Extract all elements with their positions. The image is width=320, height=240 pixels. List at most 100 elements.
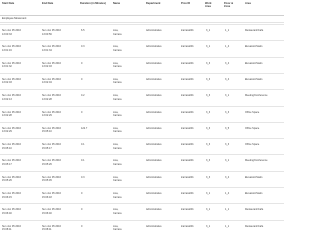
cell-name-line1: Lisa, <box>113 29 119 32</box>
cell-area: Office Space <box>245 126 260 130</box>
cell-end-date-line1: Sun Jun 05 2016 <box>42 94 61 98</box>
table-row[interactable]: Sun Jun 05 2016 15:06:15 Sun Jun 05 2016 15… <box>0 187 284 203</box>
table-row[interactable]: Sun Jun 05 2016 13:00:33 Sun Jun 05 2016 13… <box>0 24 284 40</box>
cell-floor-zone: 3_3 <box>225 143 230 147</box>
cell-duration: 0 <box>81 61 83 65</box>
table-row[interactable]: Sun Jun 05 2016 13:02:03 Sun Jun 05 2016 13… <box>0 72 284 89</box>
cell-prox-id: lcarrara001 <box>181 77 194 81</box>
cell-end-date-line1: Sun Jun 05 2016 <box>42 208 61 212</box>
cell-area: Elevators/Stairs <box>245 192 263 195</box>
cell-start-date-line2: 15:08:11 <box>2 228 12 232</box>
column-header-duration[interactable]: Duration (in Minutes) <box>80 2 108 5</box>
column-header-prox-id[interactable]: Prox ID <box>181 2 190 5</box>
cell-end-date-line1: Sun Jun 05 2016 <box>42 159 61 163</box>
cell-end-date-line1: Sun Jun 05 2016 <box>42 110 61 114</box>
cell-duration: 0.1 <box>81 143 85 147</box>
table-row[interactable]: Sun Jun 05 2016 15:08:11 Sun Jun 05 2016 15… <box>0 219 284 236</box>
cell-end-date-line2: 13:01:34 <box>42 48 52 52</box>
table-row[interactable]: Sun Jun 05 2016 15:05:17 Sun Jun 05 2016 15… <box>0 154 284 170</box>
cell-end-date-line2: 15:06:40 <box>42 211 52 215</box>
cell-floor-zone: 1_1 <box>225 208 230 212</box>
cell-start-date-line1: Sun Jun 05 2016 <box>2 110 21 114</box>
cell-floor-zone: 1_4 <box>225 45 230 49</box>
column-header-end-date[interactable]: End Date <box>42 2 53 5</box>
column-header-name[interactable]: Name <box>113 2 120 5</box>
cell-area: Meeting/Conference <box>245 94 268 98</box>
cell-end-date-line2: 13:02:03 <box>42 65 52 69</box>
table-row[interactable]: Sun Jun 05 2016 15:06:40 Sun Jun 05 2016 15… <box>0 203 284 219</box>
column-header-area[interactable]: Area <box>245 2 251 5</box>
cell-duration: 0 <box>81 77 83 81</box>
cell-name-line1: Lisa, <box>113 159 119 163</box>
table-row[interactable]: Sun Jun 05 2016 13:01:16 Sun Jun 05 2016 13… <box>0 40 284 56</box>
cell-end-date-line1: Sun Jun 05 2016 <box>42 126 61 130</box>
cell-work-area: 3_3 <box>206 77 211 81</box>
cell-department: Administrative <box>146 61 162 65</box>
cell-floor-zone: 3_5 <box>225 126 230 130</box>
table-row[interactable]: Sun Jun 05 2016 13:02:13 Sun Jun 05 2016 13… <box>0 89 284 105</box>
cell-work-area: 3_3 <box>206 175 211 179</box>
cell-end-date-line1: Sun Jun 05 2016 <box>42 29 61 32</box>
cell-prox-id: lcarrara001 <box>181 45 194 49</box>
cell-department: Administrative <box>146 94 162 98</box>
cell-floor-zone: 1_1 <box>225 224 230 228</box>
cell-work-area: 3_3 <box>206 159 211 163</box>
cell-end-date-line1: Sun Jun 05 2016 <box>42 61 61 65</box>
cell-name-line2: Carrara <box>113 162 122 166</box>
table-row[interactable]: Sun Jun 05 2016 13:02:29 Sun Jun 05 2016 15… <box>0 121 284 138</box>
cell-duration: 0 <box>81 110 83 114</box>
cell-end-date-line1: Sun Jun 05 2016 <box>42 143 61 147</box>
cell-name-line1: Lisa, <box>113 143 119 147</box>
cell-start-date-line1: Sun Jun 05 2016 <box>2 143 21 147</box>
table-row[interactable]: Sun Jun 05 2016 13:02:28 Sun Jun 05 2016 13… <box>0 105 284 122</box>
cell-start-date-line1: Sun Jun 05 2016 <box>2 224 21 228</box>
cell-name-line2: Carrara <box>113 211 122 215</box>
cell-start-date-line1: Sun Jun 05 2016 <box>2 159 21 163</box>
column-header-work-area[interactable]: Work Area <box>205 2 217 8</box>
cell-floor-zone: 1_1 <box>225 29 230 32</box>
cell-start-date-line1: Sun Jun 05 2016 <box>2 45 21 49</box>
table-header: Start Date End Date Duration (in Minutes… <box>0 0 284 15</box>
cell-name-line2: Carrara <box>113 65 122 69</box>
cell-start-date-line2: 13:00:33 <box>2 32 12 36</box>
cell-name-line1: Lisa, <box>113 94 119 98</box>
column-header-department[interactable]: Department <box>146 2 160 5</box>
cell-department: Administrative <box>146 126 162 130</box>
column-header-floor-zone[interactable]: Floor & Zone <box>224 2 238 8</box>
cell-start-date-line1: Sun Jun 05 2016 <box>2 175 21 179</box>
cell-department: Administrative <box>146 159 162 163</box>
column-header-start-date[interactable]: Start Date <box>2 2 14 5</box>
cell-start-date-line2: 15:05:26 <box>2 179 12 183</box>
cell-end-date-line2: 15:05:45 <box>42 179 52 183</box>
cell-department: Administrative <box>146 224 162 228</box>
cell-floor-zone: 3_1 <box>225 94 230 98</box>
cell-end-date-line2: 15:05:10 <box>42 130 52 134</box>
cell-area: Office Space <box>245 143 260 147</box>
cell-work-area: 3_1 <box>206 45 211 49</box>
table-row[interactable]: Sun Jun 05 2016 15:05:10 Sun Jun 05 2016 15… <box>0 138 284 154</box>
table-row[interactable]: Sun Jun 05 2016 13:01:32 Sun Jun 05 2016 13… <box>0 56 284 73</box>
cell-end-date-line2: 13:02:04 <box>42 81 52 85</box>
cell-start-date-line1: Sun Jun 05 2016 <box>2 29 21 32</box>
table-row[interactable]: Sun Jun 05 2016 15:05:26 Sun Jun 05 2016 15… <box>0 170 284 187</box>
cell-name-line1: Lisa, <box>113 192 119 195</box>
cell-duration: 0.3 <box>81 175 85 179</box>
cell-start-date-line2: 13:02:28 <box>2 114 12 118</box>
cell-name-line1: Lisa, <box>113 77 119 81</box>
cell-work-area: 3_3 <box>206 143 211 147</box>
cell-start-date-line2: 15:06:40 <box>2 211 12 215</box>
cell-department: Administrative <box>146 208 162 212</box>
cell-name-line1: Lisa, <box>113 61 119 65</box>
cell-work-area: 3_1 <box>206 224 211 228</box>
cell-work-area: 3_3 <box>206 61 211 65</box>
cell-prox-id: lcarrara001 <box>181 94 194 98</box>
cell-prox-id: lcarrara001 <box>181 29 194 32</box>
cell-floor-zone: 3_4 <box>225 77 230 81</box>
cell-work-area: 3_1 <box>206 29 211 32</box>
cell-start-date-line2: 15:05:10 <box>2 146 12 150</box>
cell-duration: 0.1 <box>81 159 85 163</box>
cell-start-date-line2: 13:02:29 <box>2 130 12 134</box>
cell-prox-id: lcarrara001 <box>181 126 194 130</box>
cell-duration: 0 <box>81 224 83 228</box>
cell-floor-zone: 3_1 <box>225 159 230 163</box>
